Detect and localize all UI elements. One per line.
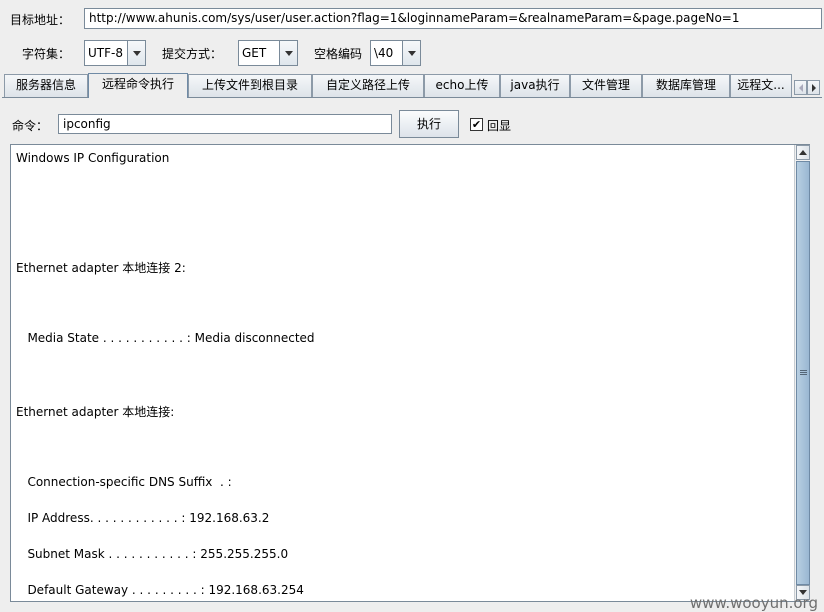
- output-line: Media State . . . . . . . . . . . : Medi…: [16, 331, 315, 345]
- tab-remote-file[interactable]: 远程文...: [730, 74, 792, 97]
- tab-database-manager[interactable]: 数据库管理: [642, 74, 730, 97]
- tab-custom-path-upload[interactable]: 自定义路径上传: [312, 74, 424, 97]
- scrollbar-thumb[interactable]: [796, 161, 810, 585]
- charset-select[interactable]: UTF-8: [84, 40, 146, 66]
- chevron-down-icon[interactable]: [402, 41, 420, 65]
- watermark: www.wooyun.org: [689, 594, 818, 612]
- scroll-up-icon[interactable]: [796, 145, 810, 160]
- tab-scroll-left-icon[interactable]: [794, 80, 807, 95]
- command-label: 命令：: [12, 119, 49, 133]
- output-line: IP Address. . . . . . . . . . . . : 192.…: [16, 511, 270, 525]
- tab-upload-root[interactable]: 上传文件到根目录: [188, 74, 312, 97]
- tab-remote-command[interactable]: 远程命令执行: [88, 73, 188, 98]
- chevron-down-icon[interactable]: [127, 41, 145, 65]
- space-encoding-label: 空格编码: [314, 47, 363, 61]
- target-url-input[interactable]: http://www.ahunis.com/sys/user/user.acti…: [84, 8, 822, 29]
- method-value: GET: [242, 46, 267, 60]
- output-line: Connection-specific DNS Suffix . :: [16, 475, 232, 489]
- output-textarea[interactable]: Windows IP Configuration Ethernet adapte…: [10, 144, 810, 602]
- output-line: Windows IP Configuration: [16, 151, 170, 165]
- tab-java-exec[interactable]: java执行: [500, 74, 570, 97]
- space-encoding-value: \40: [374, 46, 394, 60]
- execute-button[interactable]: 执行: [399, 110, 459, 138]
- charset-label: 字符集：: [22, 47, 71, 61]
- output-scrollbar[interactable]: [794, 145, 810, 601]
- method-select[interactable]: GET: [238, 40, 298, 66]
- output-line: Subnet Mask . . . . . . . . . . . : 255.…: [16, 547, 289, 561]
- charset-value: UTF-8: [88, 46, 123, 60]
- tab-scroll-right-icon[interactable]: [807, 80, 820, 95]
- space-encoding-select[interactable]: \40: [370, 40, 421, 66]
- target-url-label: 目标地址：: [10, 13, 71, 27]
- echo-label: 回显: [487, 119, 512, 133]
- tab-server-info[interactable]: 服务器信息: [4, 74, 88, 97]
- method-label: 提交方式：: [162, 47, 223, 61]
- output-line: Ethernet adapter 本地连接:: [16, 405, 175, 419]
- command-input[interactable]: ipconfig: [58, 114, 392, 134]
- echo-checkbox[interactable]: ✔: [470, 118, 483, 131]
- tab-bar: 服务器信息 远程命令执行 上传文件到根目录 自定义路径上传 echo上传 jav…: [2, 73, 822, 98]
- tab-file-manager[interactable]: 文件管理: [570, 74, 642, 97]
- output-line: Default Gateway . . . . . . . . . : 192.…: [16, 583, 304, 597]
- output-line: Ethernet adapter 本地连接 2:: [16, 261, 186, 275]
- chevron-down-icon[interactable]: [279, 41, 297, 65]
- tab-echo-upload[interactable]: echo上传: [424, 74, 500, 97]
